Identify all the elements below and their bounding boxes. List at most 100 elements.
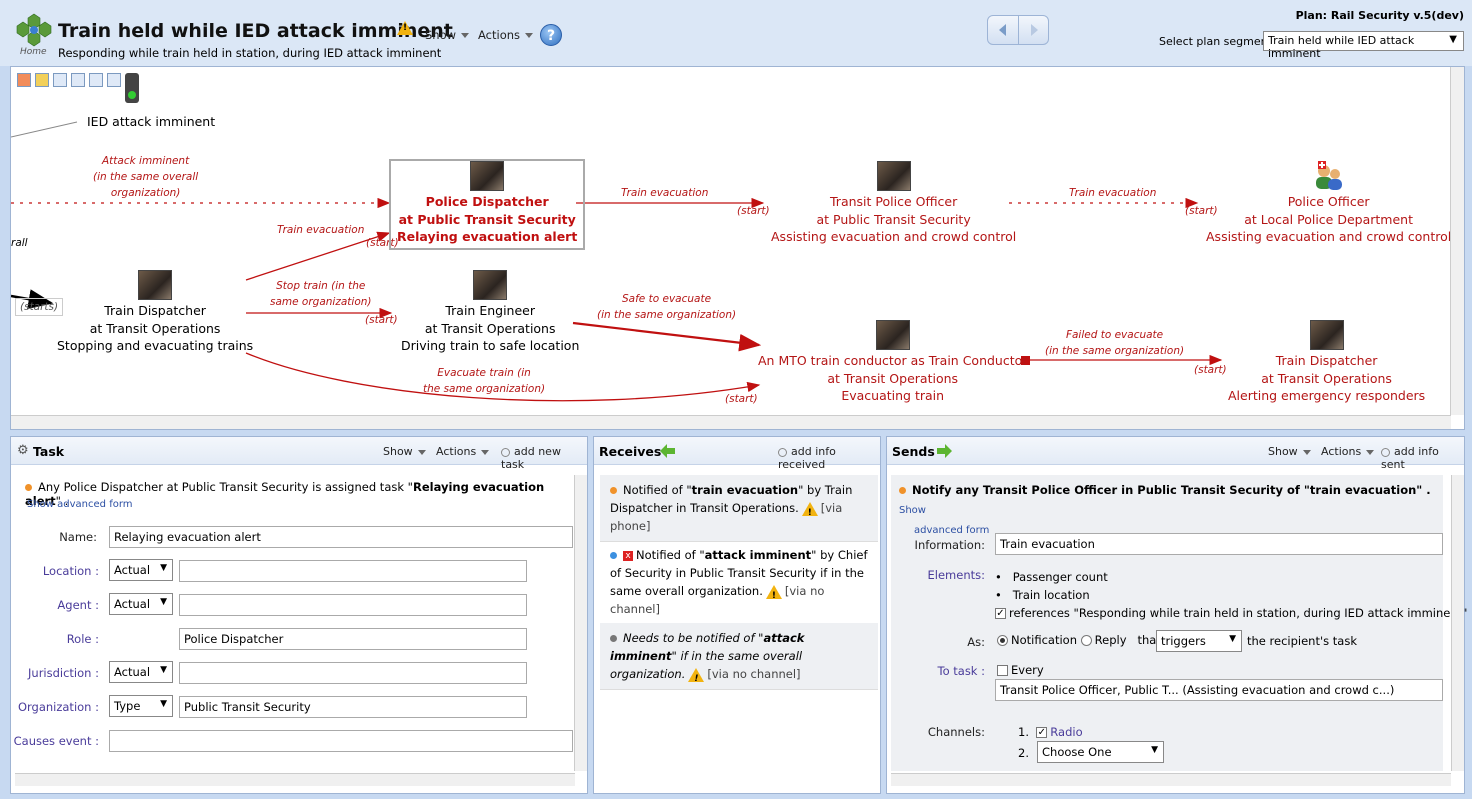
node-organization: at Transit Operations [1261, 370, 1392, 386]
add-info-received-button[interactable]: add info received [778, 445, 880, 471]
assignment-prefix: Any Police Dispatcher at Public Transit … [38, 480, 413, 494]
flow-label-stop-train[interactable]: Stop train (in the same organization) [270, 278, 372, 310]
node-role: Train Engineer [445, 303, 535, 318]
task-name-input[interactable]: Relaying evacuation alert [109, 526, 573, 548]
sends-actions-menu[interactable]: Actions [1321, 445, 1375, 458]
receives-panel-header: Receives add info received [594, 437, 880, 471]
node-police-dispatcher[interactable]: Police Dispatcher at Public Transit Secu… [389, 159, 586, 250]
every-row[interactable]: Every [997, 663, 1044, 677]
checkbox-checked-icon[interactable]: ✓ [995, 608, 1006, 619]
actions-menu[interactable]: Actions [478, 28, 534, 42]
select-value: Actual [114, 597, 151, 611]
flow-diagram: IED attack imminent Attack imminent (in … [10, 66, 1465, 430]
task-horizontal-scrollbar[interactable] [15, 773, 575, 786]
causes-event-input[interactable] [109, 730, 573, 752]
sends-show-label: Show [1268, 445, 1298, 458]
sends-show-menu[interactable]: Show [1268, 445, 1311, 458]
organization-input[interactable]: Public Transit Security [179, 696, 527, 718]
node-transit-police-officer[interactable]: Transit Police Officer at Public Transit… [771, 161, 1016, 246]
jurisdiction-input[interactable] [179, 662, 527, 684]
start-label: (start) [365, 314, 398, 326]
header-bar: Home Train held while IED attack imminen… [0, 0, 1472, 66]
home-label[interactable]: Home [20, 47, 47, 57]
flow-label-train-evac-1[interactable]: Train evacuation [277, 222, 364, 238]
task-actions-menu[interactable]: Actions [436, 445, 490, 458]
flow-label-train-evac-3[interactable]: Train evacuation [1069, 185, 1156, 201]
intent-row: Notification Reply that [997, 633, 1161, 647]
location-input[interactable] [179, 560, 527, 582]
radio-notification[interactable] [997, 635, 1008, 646]
show-menu[interactable]: Show [425, 28, 470, 42]
status-dot-icon [610, 635, 617, 642]
element-name: Train location [1012, 588, 1090, 602]
organization-type-select[interactable]: Type ▼ [109, 695, 173, 717]
node-train-dispatcher[interactable]: Train Dispatcher at Transit Operations S… [57, 270, 253, 355]
back-button[interactable] [988, 16, 1018, 44]
add-new-task-button[interactable]: add new task [501, 445, 587, 471]
radio-reply[interactable] [1080, 635, 1092, 646]
node-photo [473, 270, 508, 300]
checkbox-checked-icon[interactable]: ✓ [1036, 727, 1048, 738]
node-role: Police Dispatcher [425, 194, 549, 209]
node-organization: at Transit Operations [827, 370, 959, 386]
node-photo [138, 270, 173, 300]
element-name: Passenger count [1012, 570, 1108, 584]
node-train-conductor[interactable]: An MTO train conductor as Train Conducto… [758, 320, 1027, 405]
receives-panel: Receives add info received Notified of "… [593, 436, 881, 794]
information-input[interactable]: Train evacuation [995, 533, 1443, 555]
home-logo-icon[interactable] [16, 12, 52, 48]
checkbox-icon[interactable] [997, 665, 1008, 676]
references-row[interactable]: ✓ references "Responding while train held… [995, 604, 1467, 622]
sends-horizontal-scrollbar[interactable] [891, 773, 1451, 786]
advanced-form-link[interactable]: advanced form [914, 525, 989, 536]
receive-item[interactable]: Notified of "train evacuation" by Train … [600, 475, 878, 542]
receive-item[interactable]: x Notified of "attack imminent" by Chief … [600, 540, 878, 625]
chevron-down-icon [461, 33, 470, 38]
every-label: Every [1011, 663, 1044, 677]
flow-label-failed-evac[interactable]: Failed to evacuate (in the same organiza… [1045, 327, 1184, 359]
flow-label-evacuate-train[interactable]: Evacuate train (in the same organization… [423, 365, 545, 397]
task-vertical-scrollbar[interactable] [574, 475, 587, 771]
sends-vertical-scrollbar[interactable] [1451, 475, 1464, 771]
flow-label-safe-evac[interactable]: Safe to evacuate (in the same organizati… [597, 291, 736, 323]
node-task: Alerting emergency responders [1228, 388, 1426, 403]
sends-actions-label: Actions [1321, 445, 1362, 458]
segment-select[interactable]: Train held while IED attack imminent ▼ [1263, 31, 1464, 60]
role-input[interactable]: Police Dispatcher [179, 628, 527, 650]
elements-label: Elements: [927, 568, 985, 582]
show-advanced-link[interactable]: Show [899, 505, 926, 516]
flow-label-attack[interactable]: Attack imminent (in the same overall org… [93, 153, 198, 201]
channel-select[interactable]: Choose One ▼ [1037, 741, 1164, 763]
jurisdiction-type-select[interactable]: Actual ▼ [109, 661, 173, 683]
diagram-horizontal-scrollbar[interactable] [11, 415, 1451, 429]
receive-item[interactable]: Needs to be notified of "attack imminent… [600, 623, 878, 690]
node-train-engineer[interactable]: Train Engineer at Transit Operations Dri… [401, 270, 579, 355]
node-organization: at Transit Operations [424, 320, 556, 336]
node-photo [875, 320, 910, 350]
task-show-menu[interactable]: Show [383, 445, 426, 458]
status-dot-icon [610, 487, 617, 494]
help-icon[interactable]: ? [540, 24, 562, 46]
dropdown-arrow-icon: ▼ [1229, 634, 1236, 644]
node-task: Assisting evacuation and crowd control [1206, 229, 1452, 244]
to-task-input[interactable]: Transit Police Officer, Public T... (Ass… [995, 679, 1443, 701]
location-type-select[interactable]: Actual ▼ [109, 559, 173, 581]
show-advanced-form-link[interactable]: Show advanced form [27, 499, 133, 510]
agent-input[interactable] [179, 594, 527, 616]
diagram-vertical-scrollbar[interactable] [1450, 67, 1464, 415]
node-police-officer[interactable]: Police Officer at Local Police Departmen… [1206, 161, 1451, 246]
segment-label: Select plan segment: [1159, 35, 1276, 48]
sends-panel-title: Sends [892, 444, 935, 459]
channel-number: 1. [1018, 725, 1029, 739]
receives-panel-title: Receives [599, 444, 662, 459]
event-label[interactable]: IED attack imminent [87, 114, 215, 129]
flow-label-train-evac-2[interactable]: Train evacuation [621, 185, 708, 201]
agent-type-select[interactable]: Actual ▼ [109, 593, 173, 615]
history-nav [987, 15, 1049, 45]
forward-button[interactable] [1018, 16, 1048, 44]
triggers-select[interactable]: triggers ▼ [1156, 630, 1242, 652]
node-train-dispatcher-alerting[interactable]: Train Dispatcher at Transit Operations A… [1228, 320, 1425, 405]
add-info-sent-button[interactable]: add info sent [1381, 445, 1464, 471]
node-organization: at Public Transit Security [816, 211, 971, 227]
flow-safe-to-evacuate[interactable] [572, 321, 762, 352]
